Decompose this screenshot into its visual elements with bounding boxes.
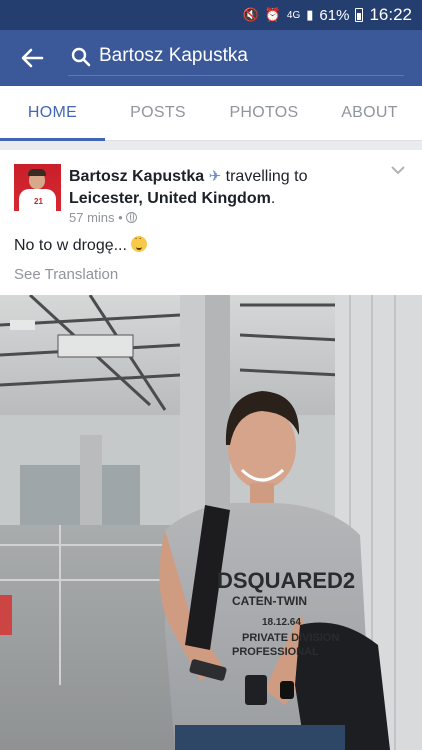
post-meta: 57 mins • xyxy=(69,210,138,225)
post-header: Bartosz Kapustka ✈ travelling to Leicest… xyxy=(69,168,308,207)
wink-emoji-icon xyxy=(131,233,148,252)
post-photo[interactable]: DSQUARED2 CATEN-TWIN 18.12.64 PRIVATE DI… xyxy=(0,295,422,750)
avatar[interactable]: 21 xyxy=(14,164,61,211)
post-time[interactable]: 57 mins xyxy=(69,210,115,225)
signal-icon: ▮ xyxy=(306,7,314,22)
tab-photos[interactable]: PHOTOS xyxy=(211,86,317,140)
globe-icon xyxy=(126,212,138,223)
see-translation-link[interactable]: See Translation xyxy=(14,266,118,283)
mute-icon: 🔇 xyxy=(242,7,259,22)
search-icon xyxy=(71,47,91,67)
shirt-print-line4: PRIVATE DIVISION xyxy=(242,632,339,644)
shirt-print-line3: 18.12.64 xyxy=(262,617,301,628)
jersey-number: 21 xyxy=(34,197,43,206)
activity-text: travelling to xyxy=(225,168,308,185)
app-bar: Bartosz Kapustka xyxy=(0,30,422,86)
tab-home[interactable]: HOME xyxy=(0,86,105,141)
tab-about[interactable]: ABOUT xyxy=(317,86,422,140)
profile-tabs: HOME POSTS PHOTOS ABOUT xyxy=(0,86,422,141)
search-query: Bartosz Kapustka xyxy=(99,45,248,66)
shirt-print-brand: DSQUARED2 xyxy=(217,568,355,593)
shirt-print-line5: PROFESSIONAL xyxy=(232,646,319,658)
alarm-icon: ⏰ xyxy=(264,7,281,22)
place-link[interactable]: Leicester, United Kingdom xyxy=(69,190,271,207)
post-card: 21 Bartosz Kapustka ✈ travelling to Leic… xyxy=(0,150,422,295)
search-field[interactable]: Bartosz Kapustka xyxy=(68,38,404,76)
shirt-print-line2: CATEN-TWIN xyxy=(232,594,307,608)
tab-posts[interactable]: POSTS xyxy=(105,86,211,140)
status-bar: 🔇 ⏰ 4G ▮ 61% 16:22 xyxy=(0,0,422,30)
airplane-icon: ✈ xyxy=(208,168,222,185)
network-type: 4G xyxy=(286,9,301,21)
battery-icon xyxy=(355,8,364,22)
author-name[interactable]: Bartosz Kapustka xyxy=(69,168,204,185)
battery-percent: 61% xyxy=(319,6,350,24)
post-text: No to w drogę... xyxy=(14,233,148,255)
chevron-down-icon[interactable] xyxy=(390,165,406,175)
back-arrow-icon[interactable] xyxy=(16,42,48,74)
clock: 16:22 xyxy=(369,5,412,24)
